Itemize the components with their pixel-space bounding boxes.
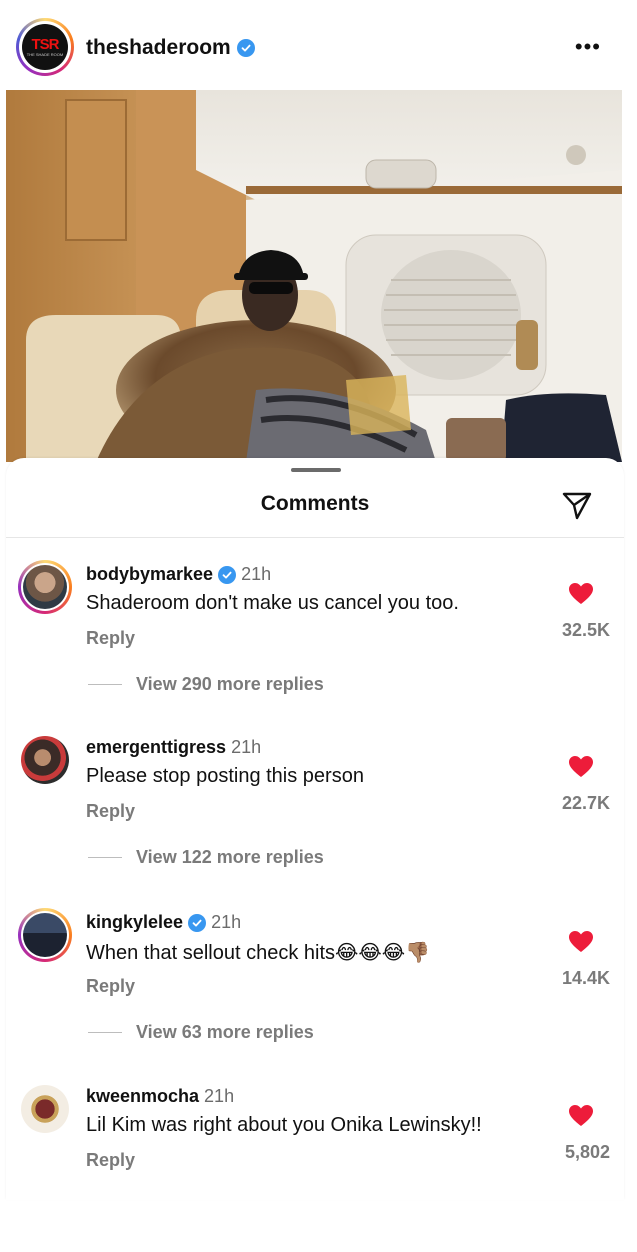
verified-icon (188, 913, 207, 932)
drag-handle[interactable] (291, 468, 341, 472)
reply-button[interactable]: Reply (86, 628, 135, 649)
comments-title: Comments (260, 492, 370, 515)
comment-header: kingkylelee 21h (86, 912, 241, 933)
avatar[interactable] (18, 1082, 72, 1136)
profile-avatar[interactable]: TSR THE SHADE ROOM (16, 18, 74, 76)
heart-icon[interactable] (568, 930, 594, 954)
comment-header: emergenttigress 21h (86, 737, 261, 758)
reply-button[interactable]: Reply (86, 801, 135, 822)
comment-time: 21h (204, 1086, 235, 1106)
like-count: 22.7K (561, 793, 610, 813)
comment-username[interactable]: bodybymarkee (86, 564, 213, 585)
comment-text: Please stop posting this person (86, 765, 364, 787)
reply-button[interactable]: Reply (86, 1150, 135, 1171)
divider (88, 857, 122, 858)
comment-username[interactable]: emergenttigress (86, 737, 226, 758)
avatar[interactable] (18, 908, 72, 962)
comment-header: kweenmocha 21h (86, 1086, 234, 1107)
comments-sheet: Comments bodybymarkee 21h Shaderoom don'… (6, 458, 624, 1200)
verified-icon (236, 39, 255, 57)
comment-text: When that sellout check hits😂😂😂👎🏽 (86, 942, 431, 964)
heart-icon[interactable] (568, 1104, 594, 1128)
comment-item: kweenmocha 21h Lil Kim was right about y… (6, 1082, 624, 1252)
comment-username[interactable]: kweenmocha (86, 1086, 199, 1107)
divider (88, 1032, 122, 1033)
avatar[interactable] (18, 560, 72, 614)
divider (6, 537, 624, 538)
like-count: 5,802 (564, 1142, 610, 1162)
comment-username[interactable]: kingkylelee (86, 912, 183, 933)
comment-time: 21h (241, 564, 272, 584)
verified-icon (218, 565, 237, 584)
comment-time: 21h (211, 912, 242, 932)
post-header: TSR THE SHADE ROOM theshaderoom ••• (0, 0, 637, 90)
avatar[interactable] (18, 733, 72, 787)
divider (88, 684, 122, 685)
send-icon[interactable] (560, 488, 594, 522)
heart-icon[interactable] (568, 755, 594, 779)
heart-icon[interactable] (568, 582, 594, 606)
comment-text: Lil Kim was right about you Onika Lewins… (86, 1114, 482, 1136)
post-photo[interactable] (6, 90, 622, 462)
comment-text: Shaderoom don't make us cancel you too. (86, 592, 459, 614)
view-replies-button[interactable]: View 63 more replies (88, 1022, 314, 1043)
view-replies-button[interactable]: View 122 more replies (88, 847, 324, 868)
like-count: 32.5K (561, 620, 610, 640)
tsr-logo: TSR THE SHADE ROOM (22, 24, 68, 70)
comment-item: emergenttigress 21h Please stop posting … (6, 733, 624, 903)
comment-item: kingkylelee 21h When that sellout check … (6, 908, 624, 1078)
like-count: 14.4K (561, 968, 610, 988)
more-options-icon[interactable]: ••• (575, 36, 601, 58)
comment-header: bodybymarkee 21h (86, 564, 271, 585)
comment-item: bodybymarkee 21h Shaderoom don't make us… (6, 560, 624, 730)
comment-time: 21h (231, 737, 262, 757)
reply-button[interactable]: Reply (86, 976, 135, 997)
post-username[interactable]: theshaderoom (86, 36, 255, 60)
view-replies-button[interactable]: View 290 more replies (88, 674, 324, 695)
